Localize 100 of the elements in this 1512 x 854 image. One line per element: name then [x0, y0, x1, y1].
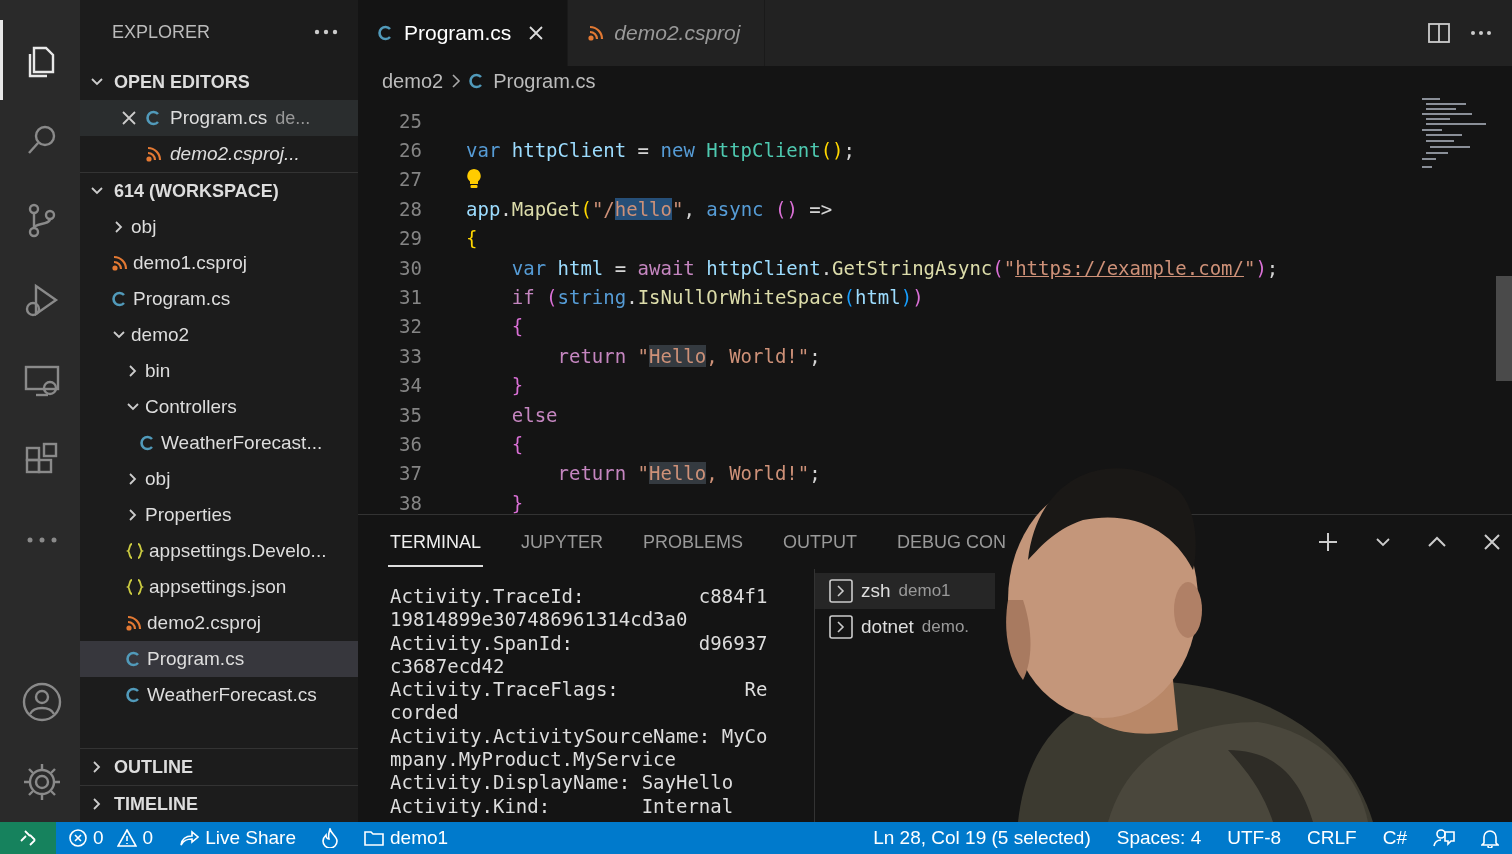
more-icon[interactable]: [1470, 30, 1492, 36]
folder-item[interactable]: bin: [80, 353, 358, 389]
line-number: 29: [398, 227, 422, 250]
line-number: 36: [398, 433, 422, 455]
file-item[interactable]: WeatherForecast...: [80, 425, 358, 461]
braces-file-icon: [126, 578, 144, 596]
errors-indicator[interactable]: 0: [56, 827, 117, 849]
add-icon[interactable]: [1318, 532, 1338, 552]
terminal-icon: [829, 615, 853, 639]
panel-tab[interactable]: DEBUG CON: [895, 517, 1009, 567]
line-number: 37: [398, 462, 422, 485]
folder-item[interactable]: obj: [80, 209, 358, 245]
panel-tab[interactable]: PROBLEMS: [641, 517, 746, 567]
terminal-line: Activity.TraceFlags: Re: [390, 678, 769, 702]
line-number: 26: [398, 139, 422, 162]
file-item[interactable]: demo1.csproj: [80, 245, 358, 281]
terminal-item[interactable]: dotnet demo.: [815, 609, 995, 645]
line-number: 38: [398, 491, 422, 514]
folder-indicator[interactable]: demo1: [351, 827, 462, 849]
code-line: return "Hello, World!";: [556, 462, 821, 485]
code-line: {: [510, 433, 524, 455]
editor-tab[interactable]: Program.cs: [358, 0, 569, 66]
code-line: {: [510, 315, 524, 338]
code-line: else: [510, 403, 558, 426]
line-number: 34: [398, 374, 422, 397]
terminal-line: Activity.DisplayName: SayHello: [390, 771, 735, 795]
split-editor-icon[interactable]: [1428, 22, 1450, 44]
file-item[interactable]: WeatherForecast.cs: [80, 677, 358, 713]
editor-tab[interactable]: demo2.csproj: [568, 0, 766, 66]
remote-icon: [19, 829, 37, 847]
code-line: if (string.IsNullOrWhiteSpace(html)): [510, 286, 924, 309]
chevron-down-icon[interactable]: [1376, 537, 1390, 547]
terminal-line: Activity.ActivitySourceName: MyCo: [390, 724, 769, 749]
close-icon[interactable]: [529, 26, 544, 40]
file-item[interactable]: demo2.csproj: [80, 605, 358, 641]
panel-tab[interactable]: TERMINAL: [388, 517, 483, 567]
file-item[interactable]: Program.cs: [80, 641, 358, 677]
warnings-indicator[interactable]: 0: [116, 827, 167, 849]
open-editor-item[interactable]: demo2.csproj...: [80, 136, 358, 172]
terminal-line: 19814899e307486961314cd3a0: [390, 608, 689, 632]
chevron-right-icon: [451, 74, 462, 88]
line-number: 30: [398, 256, 422, 279]
lightbulb-icon[interactable]: [466, 168, 482, 191]
folder-item[interactable]: obj: [80, 461, 358, 497]
panel-tab[interactable]: OUTPUT: [781, 517, 860, 567]
braces-file-icon: [126, 542, 144, 560]
code-line: var httpClient = new HttpClient();: [466, 139, 855, 162]
code-line: var html = await httpClient.GetStringAsync("https://example.com/");: [510, 256, 1279, 279]
status-item[interactable]: CRLF: [1294, 827, 1370, 849]
status-item[interactable]: Ln 28, Col 19 (5 selected): [860, 827, 1104, 849]
status-item[interactable]: UTF-8: [1214, 827, 1295, 849]
folder-item[interactable]: Controllers: [80, 389, 358, 425]
remote-button[interactable]: [0, 822, 56, 854]
feedback-icon[interactable]: [1433, 828, 1455, 848]
terminal-line: Activity.Kind: Internal: [390, 794, 735, 818]
bell-icon[interactable]: [1481, 828, 1499, 848]
status-item[interactable]: Spaces: 4: [1103, 827, 1215, 849]
folder-item[interactable]: demo2: [80, 317, 358, 353]
flame-icon[interactable]: [322, 828, 338, 848]
code-line: }: [510, 491, 524, 514]
rss-file-icon: [146, 146, 162, 162]
more-icon[interactable]: [314, 29, 338, 35]
warning-icon: [116, 829, 137, 847]
share-arrow-icon: [179, 829, 200, 847]
code-line: app.MapGet("/hello", async () =>: [466, 197, 833, 220]
terminal-item[interactable]: zsh demo1: [815, 573, 995, 609]
folder-item[interactable]: Properties: [80, 497, 358, 533]
scrollbar-thumb[interactable]: [1496, 276, 1512, 381]
breadcrumb[interactable]: demo2: [382, 69, 444, 93]
line-number: 27: [398, 168, 422, 191]
open-editor-item[interactable]: Program.cs de...: [80, 100, 358, 136]
breadcrumb[interactable]: Program.cs: [493, 69, 596, 93]
file-item[interactable]: appsettings.Develo...: [80, 533, 358, 569]
folder-icon: [364, 830, 384, 846]
error-icon: [69, 829, 87, 847]
account-icon[interactable]: [20, 681, 63, 723]
section-header[interactable]: OUTLINE: [80, 748, 358, 785]
close-icon[interactable]: [122, 111, 136, 125]
csharp-file-icon: [378, 25, 394, 41]
status-item[interactable]: C#: [1369, 827, 1420, 849]
panel-tab[interactable]: JUPYTER: [519, 517, 606, 567]
rss-file-icon: [112, 255, 128, 271]
code-line: }: [510, 374, 524, 397]
live-share-button[interactable]: Live Share: [166, 827, 309, 849]
open-editors-header[interactable]: OPEN EDITORS: [80, 64, 358, 100]
csharp-file-icon: [126, 651, 142, 667]
line-number: 32: [398, 315, 422, 338]
close-icon[interactable]: [1484, 534, 1500, 550]
terminal-line: c3687ecd42: [390, 654, 506, 679]
workspace-header[interactable]: 614 (WORKSPACE): [80, 172, 358, 209]
code-line: return "Hello, World!";: [556, 344, 821, 367]
file-item[interactable]: Program.cs: [80, 281, 358, 317]
file-item[interactable]: appsettings.json: [80, 569, 358, 605]
line-number: 28: [398, 197, 422, 220]
csharp-file-icon: [112, 291, 128, 307]
terminal-icon: [829, 579, 853, 603]
csharp-file-icon: [146, 110, 162, 126]
rss-file-icon: [588, 25, 605, 41]
terminal-line: Activity.TraceId: c884f1: [390, 585, 769, 609]
chevron-up-icon[interactable]: [1428, 536, 1446, 548]
